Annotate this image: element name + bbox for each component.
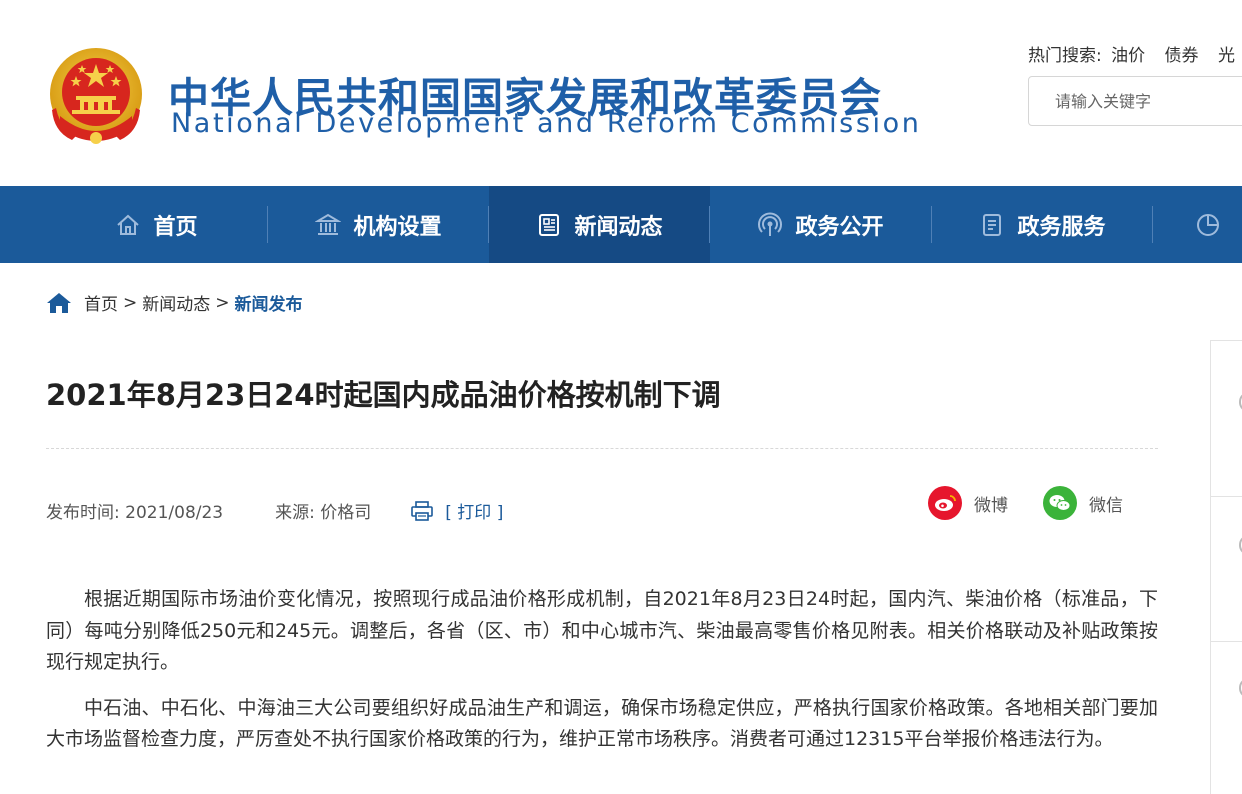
article-meta: 发布时间: 2021/08/23 来源: 价格司 [ 打印 ] [46,498,503,523]
publish-date-value: 2021/08/23 [125,503,224,523]
share-weibo-label: 微博 [974,495,1008,516]
side-divider [1211,641,1242,642]
printer-icon [411,500,434,521]
nav-item-government-affairs[interactable]: 政务公开 [710,186,931,263]
print-label: [ 打印 ] [445,503,504,523]
breadcrumb-separator: > [123,292,138,313]
article-paragraph: 根据近期国际市场油价变化情况，按照现行成品油价格形成机制，自2021年8月23日… [46,588,1158,673]
hot-search-item[interactable]: 光 [1218,46,1235,66]
nav-item-home[interactable]: 首页 [46,186,267,263]
share-weibo-button[interactable]: 微博 [928,486,1008,520]
nav-item-news[interactable]: 新闻动态 [489,186,710,263]
side-toolbar [1210,340,1242,794]
article-title: 2021年8月23日24时起国内成品油价格按机制下调 [46,378,721,412]
breadcrumb-link-home[interactable]: 首页 [84,290,118,315]
nav-item-data[interactable] [1153,186,1242,263]
breadcrumb-separator: > [215,292,230,313]
breadcrumb-link-news[interactable]: 新闻动态 [142,290,210,315]
newspaper-icon [539,213,560,236]
breadcrumb-current[interactable]: 新闻发布 [235,290,303,315]
hot-search-item[interactable]: 油价 [1111,46,1145,66]
building-icon [315,213,342,235]
article-paragraph: 中石油、中石化、中海油三大公司要组织好成品油生产和调运，确保市场稳定供应，严格执… [46,696,1158,751]
document-icon [983,213,1002,236]
print-button[interactable]: [ 打印 ] [411,498,503,523]
weibo-icon [928,486,962,520]
search-input[interactable] [1029,77,1242,125]
search-box [1028,76,1242,126]
home-icon [117,214,140,235]
share-wechat-button[interactable]: 微信 [1043,486,1123,520]
title-divider [46,448,1158,449]
hot-search-item[interactable]: 债券 [1165,46,1199,66]
hot-search: 热门搜索: 油价 债券 光 [1028,41,1242,66]
share-wechat-label: 微信 [1089,495,1123,516]
site-title-english[interactable]: National Development and Reform Commissi… [171,108,921,139]
home-icon[interactable] [46,292,72,314]
nav-item-label: 首页 [153,214,198,240]
nav-item-label: 政务公开 [795,214,884,240]
wechat-icon [1043,486,1077,520]
nav-item-government-services[interactable]: 政务服务 [932,186,1153,263]
broadcast-icon [758,212,783,236]
hot-search-label: 热门搜索: [1028,46,1102,66]
nav-item-label: 新闻动态 [574,214,663,240]
side-divider [1211,496,1242,497]
article-content: 根据近期国际市场油价变化情况，按照现行成品油价格形成机制，自2021年8月23日… [46,584,1158,770]
source-label: 来源: [275,503,315,523]
article-source: 来源: 价格司 [275,498,371,523]
site-header: 中华人民共和国国家发展和改革委员会 National Development a… [0,0,1242,186]
source-value: 价格司 [320,503,372,523]
pie-chart-icon [1197,213,1219,236]
publish-date: 发布时间: 2021/08/23 [46,498,223,523]
nav-item-label: 政务服务 [1017,214,1106,240]
nav-item-label: 机构设置 [353,214,442,240]
main-nav: 首页 机构设置 新闻动态 政务公开 政务服务 [0,186,1242,263]
breadcrumb: 首页 > 新闻动态 > 新闻发布 [46,290,303,315]
national-emblem-logo[interactable] [46,46,146,152]
publish-date-label: 发布时间: [46,503,120,523]
nav-item-organization[interactable]: 机构设置 [268,186,489,263]
